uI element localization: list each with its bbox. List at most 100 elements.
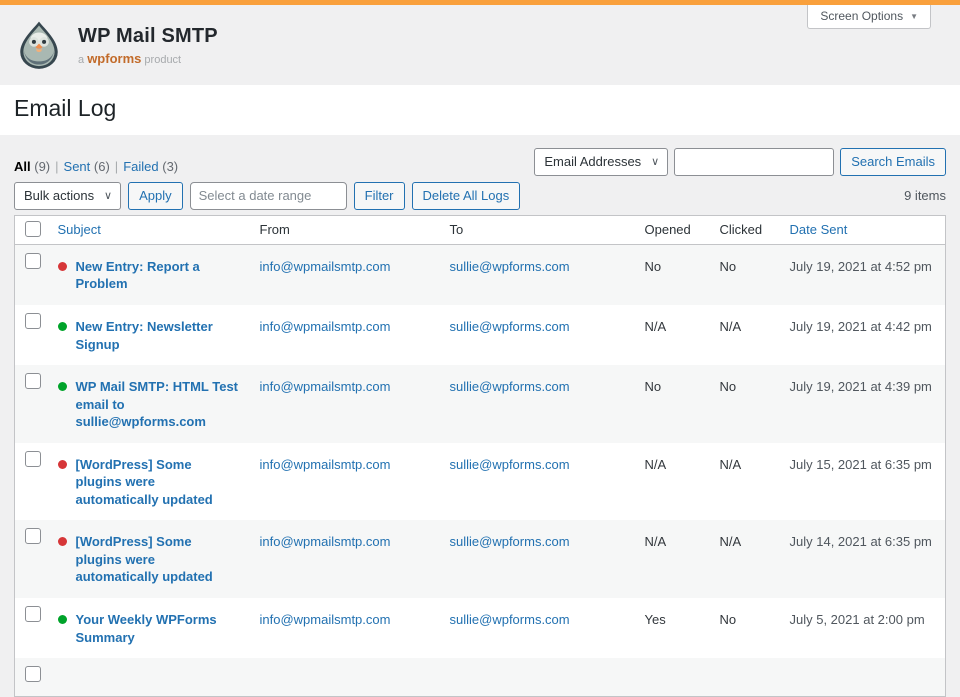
opened-value: Yes [635, 598, 710, 658]
from-email-link[interactable]: info@wpmailsmtp.com [260, 379, 391, 394]
bulk-actions-select[interactable]: Bulk actions ∨ [14, 182, 121, 210]
date-sent-value: July 19, 2021 at 4:42 pm [780, 305, 946, 365]
table-row: [WordPress] Some plugins were automatica… [15, 520, 946, 598]
to-email-link[interactable]: sullie@wpforms.com [450, 379, 570, 394]
status-dot [58, 382, 67, 391]
search-mode-select[interactable]: Email Addresses ∨ [534, 148, 668, 176]
to-email-link[interactable]: sullie@wpforms.com [450, 259, 570, 274]
view-filter-links: All (9)|Sent (6)|Failed (3) [14, 159, 178, 174]
plugin-title: WP Mail SMTP [78, 25, 218, 48]
to-email-link[interactable]: sullie@wpforms.com [450, 612, 570, 627]
row-checkbox[interactable] [25, 606, 41, 622]
table-row: [WordPress] Some plugins were automatica… [15, 443, 946, 521]
row-checkbox[interactable] [25, 253, 41, 269]
page-title-band: Email Log [0, 85, 960, 135]
table-row: New Entry: Report a Problem info@wpmails… [15, 244, 946, 305]
opened-value: N/A [635, 520, 710, 598]
opened-value: No [635, 244, 710, 305]
wpforms-brand: wpforms [87, 51, 141, 66]
column-header-subject[interactable]: Subject [48, 215, 250, 244]
wp-mail-smtp-pigeon-logo [14, 20, 64, 70]
filter-button[interactable]: Filter [354, 182, 405, 210]
to-email-link[interactable]: sullie@wpforms.com [450, 319, 570, 334]
select-all-checkbox[interactable] [25, 221, 41, 237]
status-dot [58, 262, 67, 271]
delete-all-logs-button[interactable]: Delete All Logs [412, 182, 521, 210]
subject-link[interactable]: [WordPress] Some plugins were automatica… [76, 456, 240, 509]
row-checkbox[interactable] [25, 373, 41, 389]
from-email-link[interactable]: info@wpmailsmtp.com [260, 457, 391, 472]
column-header-date-sent[interactable]: Date Sent [780, 215, 946, 244]
opened-value: N/A [635, 443, 710, 521]
view-failed-link[interactable]: Failed [123, 159, 158, 174]
column-header-opened: Opened [635, 215, 710, 244]
date-sent-value [780, 658, 946, 697]
status-dot [58, 615, 67, 624]
date-sent-value: July 19, 2021 at 4:52 pm [780, 244, 946, 305]
subtitle-suffix: product [144, 54, 181, 66]
email-log-table: Subject From To Opened Clicked Date Sent… [14, 215, 946, 697]
clicked-value: No [710, 244, 780, 305]
table-row: WP Mail SMTP: HTML Test email to sullie@… [15, 365, 946, 443]
opened-value: N/A [635, 305, 710, 365]
subject-link[interactable]: WP Mail SMTP: HTML Test email to sullie@… [76, 378, 240, 431]
bulk-actions-value: Bulk actions [24, 188, 94, 203]
from-email-link[interactable]: info@wpmailsmtp.com [260, 612, 391, 627]
column-header-from: From [250, 215, 440, 244]
search-input[interactable] [674, 148, 834, 176]
table-header-row: Subject From To Opened Clicked Date Sent [15, 215, 946, 244]
date-sent-value: July 19, 2021 at 4:39 pm [780, 365, 946, 443]
table-row [15, 658, 946, 697]
date-sent-value: July 14, 2021 at 6:35 pm [780, 520, 946, 598]
clicked-value: N/A [710, 305, 780, 365]
screen-options-button[interactable]: Screen Options ▼ [807, 5, 931, 29]
column-header-to: To [440, 215, 635, 244]
row-checkbox[interactable] [25, 451, 41, 467]
screen-options-label: Screen Options [820, 9, 903, 23]
row-checkbox[interactable] [25, 313, 41, 329]
search-mode-value: Email Addresses [544, 154, 641, 169]
table-row: New Entry: Newsletter Signup info@wpmail… [15, 305, 946, 365]
subject-link[interactable]: New Entry: Newsletter Signup [76, 318, 240, 353]
table-row: Your Weekly WPForms Summary info@wpmails… [15, 598, 946, 658]
search-area: Email Addresses ∨ Search Emails [534, 148, 946, 176]
from-email-link[interactable]: info@wpmailsmtp.com [260, 259, 391, 274]
header-checkbox-cell [15, 215, 48, 244]
subject-link[interactable]: [WordPress] Some plugins were automatica… [76, 533, 240, 586]
subject-link[interactable]: New Entry: Report a Problem [76, 258, 240, 293]
date-sent-value: July 5, 2021 at 2:00 pm [780, 598, 946, 658]
view-sent-link[interactable]: Sent [64, 159, 91, 174]
chevron-down-icon: ∨ [651, 149, 659, 175]
clicked-value: N/A [710, 443, 780, 521]
divider: | [55, 159, 58, 174]
chevron-down-icon: ▼ [910, 12, 918, 21]
from-email-link[interactable]: info@wpmailsmtp.com [260, 319, 391, 334]
subtitle-prefix: a [78, 54, 84, 66]
chevron-down-icon: ∨ [104, 183, 112, 209]
row-checkbox[interactable] [25, 666, 41, 682]
apply-button[interactable]: Apply [128, 182, 183, 210]
plugin-subtitle: a wpforms product [78, 51, 218, 66]
tablenav: Bulk actions ∨ Apply Filter Delete All L… [14, 181, 946, 211]
view-all-link[interactable]: All (9) [14, 159, 50, 174]
plugin-header-text: WP Mail SMTP a wpforms product [78, 25, 218, 66]
page-title: Email Log [14, 94, 946, 124]
date-sent-value: July 15, 2021 at 6:35 pm [780, 443, 946, 521]
clicked-value: No [710, 365, 780, 443]
clicked-value [710, 658, 780, 697]
subject-link[interactable]: Your Weekly WPForms Summary [76, 611, 240, 646]
opened-value [635, 658, 710, 697]
date-range-input[interactable] [190, 182, 347, 210]
search-emails-button[interactable]: Search Emails [840, 148, 946, 176]
opened-value: No [635, 365, 710, 443]
clicked-value: No [710, 598, 780, 658]
divider: | [115, 159, 118, 174]
toolbar-top: All (9)|Sent (6)|Failed (3) Email Addres… [14, 135, 946, 181]
to-email-link[interactable]: sullie@wpforms.com [450, 457, 570, 472]
items-count: 9 items [904, 188, 946, 203]
column-header-clicked: Clicked [710, 215, 780, 244]
status-dot [58, 322, 67, 331]
status-dot [58, 460, 67, 469]
clicked-value: N/A [710, 520, 780, 598]
content: All (9)|Sent (6)|Failed (3) Email Addres… [0, 135, 960, 697]
